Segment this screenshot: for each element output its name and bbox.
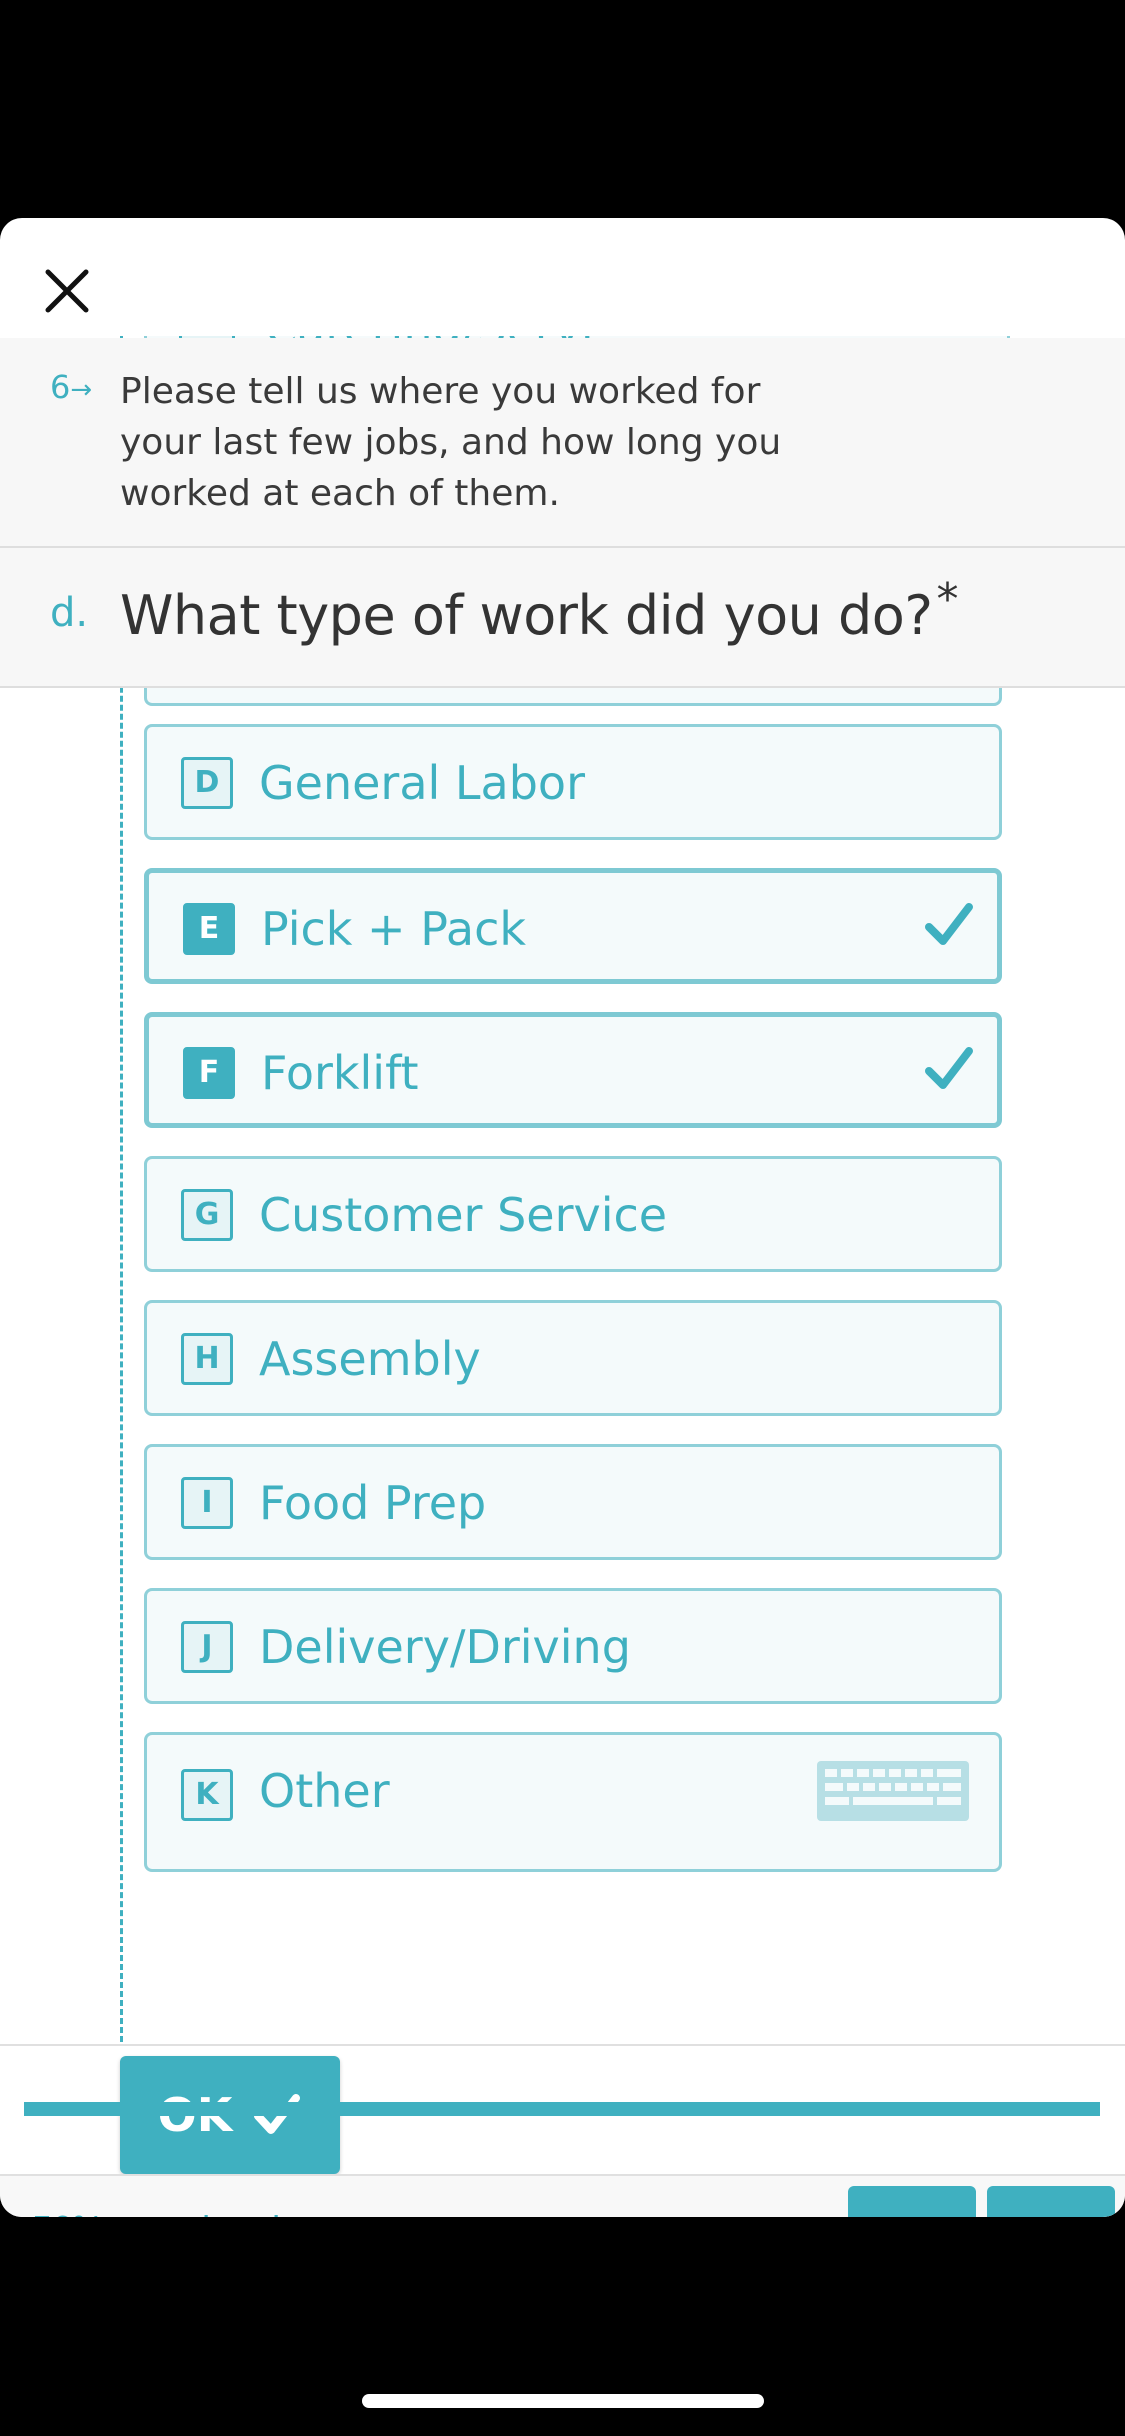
question-header: 6→ Please tell us where you worked for y… xyxy=(0,338,1125,548)
option-key: D xyxy=(181,757,233,809)
option-label: Delivery/Driving xyxy=(259,1620,631,1674)
question-scroll-area[interactable]: Catering/Servi D General Labor E Pick + … xyxy=(0,336,1125,2042)
subquestion-header: d. What type of work did you do?* xyxy=(0,548,1125,688)
option-h[interactable]: H Assembly xyxy=(144,1300,1002,1416)
form-sheet: Catering/Servi D General Labor E Pick + … xyxy=(0,218,1125,2217)
option-f[interactable]: F Forklift xyxy=(144,1012,1002,1128)
required-mark: * xyxy=(936,574,958,625)
option-key: F xyxy=(183,1047,235,1099)
next-question-button[interactable] xyxy=(987,2186,1115,2217)
option-label: Customer Service xyxy=(259,1188,668,1242)
bottom-accent-strip xyxy=(24,2102,1100,2116)
option-key: H xyxy=(181,1333,233,1385)
option-key: J xyxy=(181,1621,233,1673)
keyboard-icon xyxy=(817,1761,969,1821)
option-k[interactable]: K Other xyxy=(144,1732,1002,1872)
option-label: Assembly xyxy=(259,1332,481,1386)
subquestion-text: What type of work did you do?* xyxy=(120,574,958,647)
progress-label: 56% completed xyxy=(32,2208,280,2217)
option-g[interactable]: G Customer Service xyxy=(144,1156,1002,1272)
option-key: K xyxy=(181,1769,233,1821)
subquestion-letter: d. xyxy=(50,590,89,636)
close-button[interactable] xyxy=(34,258,100,324)
option-d[interactable]: D General Labor xyxy=(144,724,1002,840)
option-i[interactable]: I Food Prep xyxy=(144,1444,1002,1560)
checkmark-icon xyxy=(925,903,973,945)
option-e[interactable]: E Pick + Pack xyxy=(144,868,1002,984)
option-j[interactable]: J Delivery/Driving xyxy=(144,1588,1002,1704)
option-key: E xyxy=(183,903,235,955)
progress-footer: 56% completed xyxy=(0,2174,1125,2217)
option-label: Pick + Pack xyxy=(261,902,527,956)
option-key: G xyxy=(181,1189,233,1241)
question-text: Please tell us where you worked for your… xyxy=(120,371,782,514)
option-label: Forklift xyxy=(261,1046,419,1100)
home-indicator xyxy=(362,2394,764,2408)
option-label: General Labor xyxy=(259,756,585,810)
option-label: Other xyxy=(259,1764,390,1818)
question-number: 6→ xyxy=(50,368,93,406)
close-icon xyxy=(45,269,89,313)
option-key: I xyxy=(181,1477,233,1529)
previous-question-button[interactable] xyxy=(848,2186,976,2217)
option-label: Food Prep xyxy=(259,1476,487,1530)
checkmark-icon xyxy=(925,1047,973,1089)
